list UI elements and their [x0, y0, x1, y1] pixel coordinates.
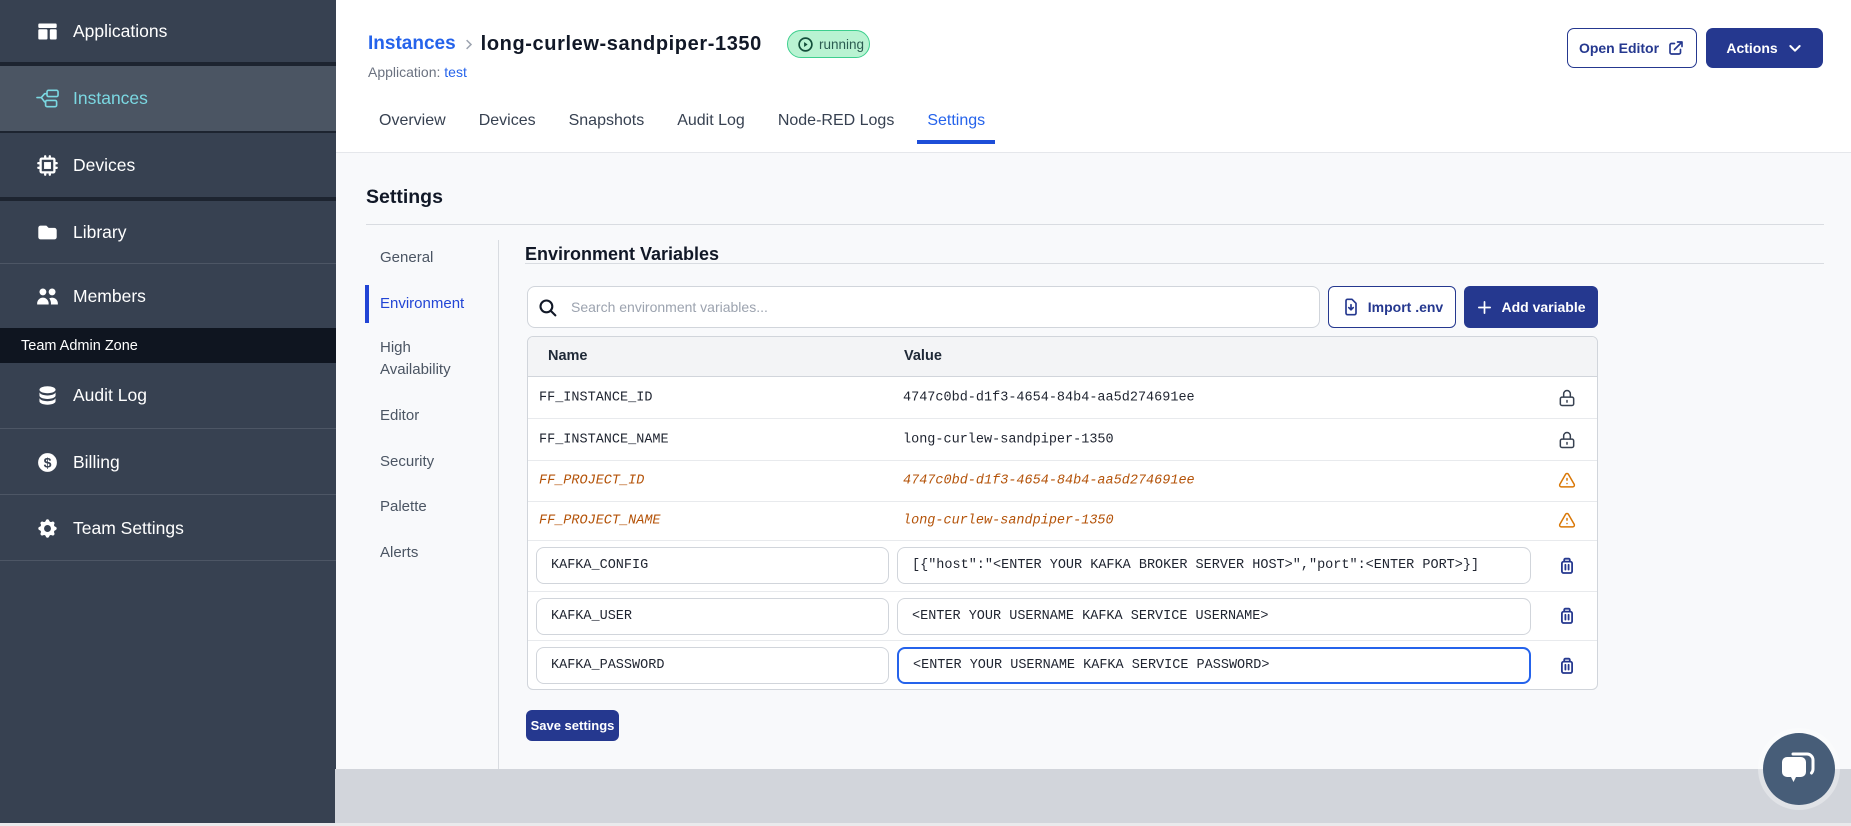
svg-text:$: $: [44, 454, 52, 470]
